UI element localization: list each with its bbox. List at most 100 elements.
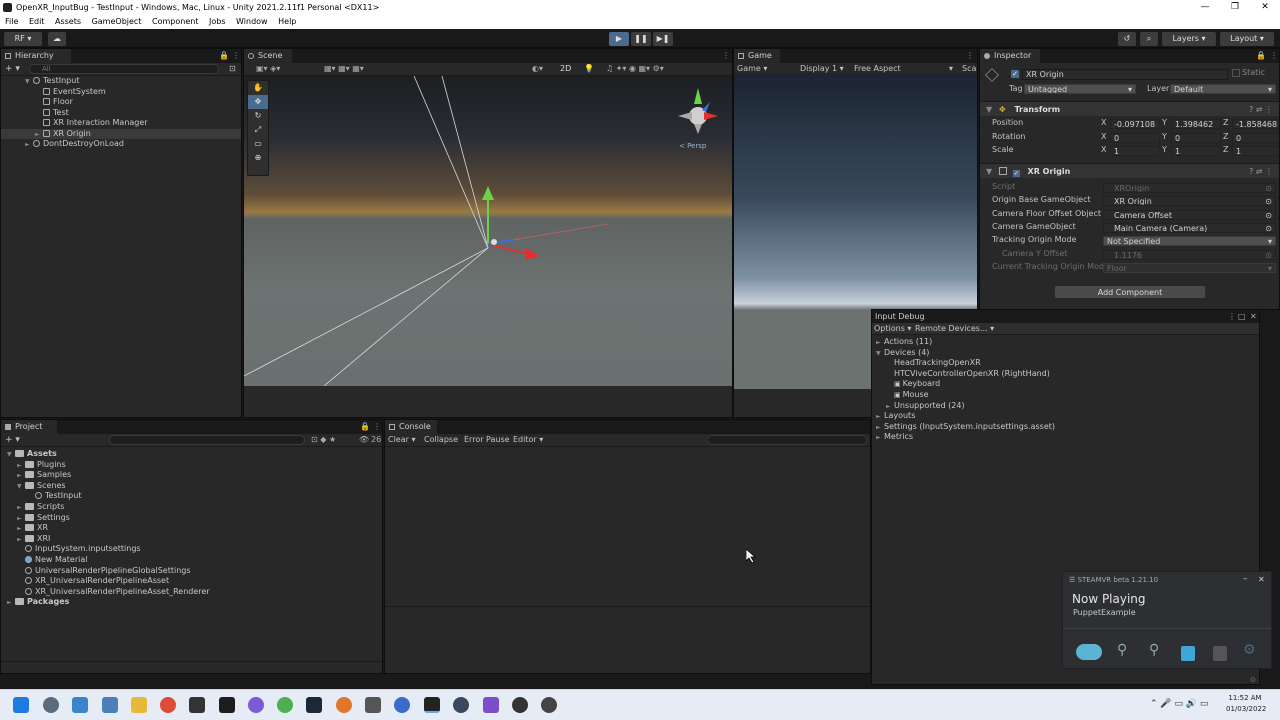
hand-tool-icon[interactable]: ✋ <box>248 81 268 95</box>
tree-row[interactable]: ▼ Devices (4) <box>872 348 1259 358</box>
clock-time[interactable]: 11:52 AM <box>1226 694 1264 702</box>
github-icon[interactable] <box>512 697 528 713</box>
tree-row[interactable]: ► XR Origin <box>1 128 241 139</box>
transform-tool-icon[interactable]: ⊕ <box>248 151 268 165</box>
expand-arrow-icon[interactable]: ► <box>886 402 894 412</box>
transform-y-field[interactable]: 1 <box>1171 146 1221 156</box>
menu-edit[interactable]: Edit <box>29 17 45 26</box>
expand-arrow-icon[interactable]: ▼ <box>25 77 33 87</box>
tree-row[interactable]: TestInput <box>1 491 382 501</box>
tree-row[interactable]: ► XRI <box>1 534 382 544</box>
xr-component-help-icon[interactable]: ? ⇌ ⋮ <box>1249 164 1273 179</box>
draw-mode-icon[interactable]: ▣▾ ◈▾ <box>256 64 280 73</box>
photos-app-icon[interactable] <box>102 697 118 713</box>
transform-x-field[interactable]: 0 <box>1110 132 1160 143</box>
steamvr-close-icon[interactable]: ✕ <box>1258 575 1265 584</box>
terminal-icon[interactable] <box>219 697 235 713</box>
rotate-tool-icon[interactable]: ↻ <box>248 109 268 123</box>
menu-gameobject[interactable]: GameObject <box>92 17 142 26</box>
tracker-icon[interactable]: ⚙ <box>1243 642 1256 658</box>
tree-row[interactable]: New Material <box>1 555 382 565</box>
settings-app-icon[interactable] <box>43 697 59 713</box>
expand-arrow-icon[interactable]: ▼ <box>876 349 884 359</box>
chat-app-icon[interactable] <box>277 697 293 713</box>
menu-jobs[interactable]: Jobs <box>209 17 226 26</box>
transform-header[interactable]: ▼ ✥ Transform ? ⇌ ⋮ <box>980 101 1279 116</box>
window-close-icon[interactable]: ✕ <box>1250 310 1257 323</box>
minimize-button[interactable]: — <box>1190 0 1220 15</box>
console-search-input[interactable] <box>707 435 867 445</box>
tree-row[interactable]: HeadTrackingOpenXR <box>872 358 1259 368</box>
tree-row[interactable]: ▼ Scenes <box>1 481 382 491</box>
hidden-packages-icon[interactable]: 👁 <box>359 434 369 446</box>
tab-console[interactable]: Console <box>385 420 437 434</box>
audio-icon[interactable]: ♫ ✦▾ ◉ ▦▾ ⚙▾ <box>606 64 664 73</box>
layers-dropdown[interactable]: Layers ▾ <box>1162 32 1216 46</box>
account-button[interactable]: RF ▾ <box>4 32 42 46</box>
xr-origin-header[interactable]: ▼ ✓ XR Origin ? ⇌ ⋮ <box>980 163 1279 178</box>
tree-row[interactable]: ► DontDestroyOnLoad <box>1 139 241 149</box>
shading-icon[interactable]: ◐▾ <box>532 64 543 73</box>
expand-arrow-icon[interactable]: ► <box>17 471 25 481</box>
expand-arrow-icon[interactable]: ► <box>17 461 25 471</box>
menu-file[interactable]: File <box>5 17 18 26</box>
tree-row[interactable]: XR_UniversalRenderPipelineAsset <box>1 576 382 586</box>
tree-row[interactable]: ► Scripts <box>1 502 382 512</box>
transform-z-field[interactable]: -1.858468 <box>1232 119 1279 129</box>
expand-arrow-icon[interactable]: ► <box>17 514 25 524</box>
pause-button[interactable]: ❚❚ <box>631 32 651 46</box>
add-component-button[interactable]: Add Component <box>1054 285 1206 299</box>
project-lock-icon[interactable]: 🔒 <box>360 420 370 434</box>
chrome-icon[interactable] <box>160 697 176 713</box>
tree-row[interactable]: ▼ Assets <box>1 449 382 459</box>
xr-enabled-checkbox[interactable]: ✓ <box>1012 170 1020 177</box>
expand-arrow-icon[interactable]: ▼ <box>7 450 15 460</box>
tab-hierarchy[interactable]: Hierarchy <box>1 49 71 63</box>
tree-row[interactable]: HTCViveControllerOpenXR (RightHand) <box>872 369 1259 379</box>
add-icon[interactable]: + ▾ <box>5 63 20 75</box>
window-menu-icon[interactable]: ⋮ <box>1228 310 1236 323</box>
tree-row[interactable]: ▣ Mouse <box>872 390 1259 400</box>
file-explorer-icon[interactable] <box>131 697 147 713</box>
transform-y-field[interactable]: 1.398462 <box>1171 119 1221 129</box>
xr-field-value[interactable]: Camera Offset ⊙ <box>1103 209 1276 220</box>
scene-menu-icon[interactable]: ⋮ <box>722 49 730 63</box>
expand-arrow-icon[interactable]: ► <box>25 140 33 150</box>
project-add-icon[interactable]: + ▾ <box>5 434 20 446</box>
expand-arrow-icon[interactable]: ► <box>17 503 25 513</box>
2d-toggle[interactable]: 2D <box>560 64 571 73</box>
layout-dropdown[interactable]: Layout ▾ <box>1220 32 1274 46</box>
menu-component[interactable]: Component <box>152 17 198 26</box>
persp-label[interactable]: < Persp <box>679 142 706 150</box>
window-maximize-icon[interactable]: □ <box>1238 310 1246 323</box>
snipping-app-icon[interactable] <box>72 697 88 713</box>
transform-y-field[interactable]: 0 <box>1171 132 1221 143</box>
xr-field-value[interactable]: XR Origin ⊙ <box>1103 196 1276 207</box>
error-pause-toggle[interactable]: Error Pause <box>464 434 510 446</box>
object-name-field[interactable]: XR Origin <box>1022 69 1228 80</box>
tree-row[interactable]: Floor <box>1 97 241 107</box>
component-help-icon[interactable]: ? ⇌ ⋮ <box>1249 102 1273 117</box>
discord-icon[interactable] <box>248 697 264 713</box>
hierarchy-search-input[interactable]: All <box>29 64 219 74</box>
unity-editor-icon[interactable] <box>424 697 440 713</box>
blender-icon[interactable] <box>336 697 352 713</box>
tree-row[interactable]: XR_UniversalRenderPipelineAsset_Renderer <box>1 587 382 597</box>
expand-arrow-icon[interactable]: ► <box>876 433 884 443</box>
oculus-icon[interactable] <box>453 697 469 713</box>
transform-z-field[interactable]: 1 <box>1232 146 1279 156</box>
menu-window[interactable]: Window <box>236 17 268 26</box>
clear-button[interactable]: Clear ▾ <box>388 434 415 446</box>
maps-app-icon[interactable] <box>394 697 410 713</box>
tree-row[interactable]: UniversalRenderPipelineGlobalSettings <box>1 566 382 576</box>
collapse-toggle[interactable]: Collapse <box>424 434 458 446</box>
tree-row[interactable]: XR Interaction Manager <box>1 118 241 128</box>
history-icon[interactable]: ↺ <box>1118 32 1136 46</box>
tray-icons[interactable]: ⌃ 🎤 ▭ 🔊 ▭ <box>1150 699 1208 709</box>
tree-row[interactable]: ► Settings (InputSystem.inputsettings.ass… <box>872 422 1259 432</box>
tree-row[interactable]: InputSystem.inputsettings <box>1 544 382 554</box>
options-dropdown[interactable]: Options ▾ <box>874 323 911 335</box>
rect-tool-icon[interactable]: ▭ <box>248 137 268 151</box>
editor-dropdown[interactable]: Editor ▾ <box>513 434 543 446</box>
maximize-button[interactable]: ❐ <box>1220 0 1250 15</box>
